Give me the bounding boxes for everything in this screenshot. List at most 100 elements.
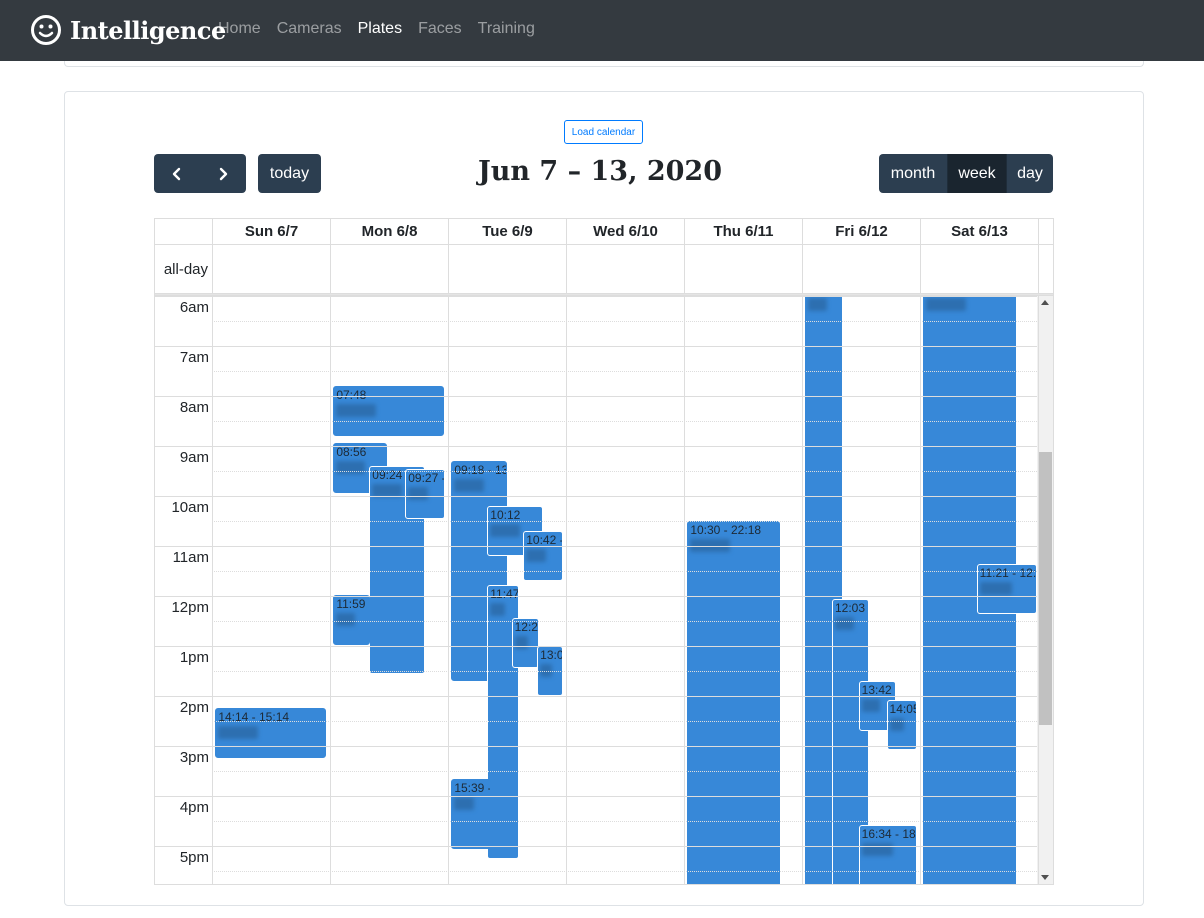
scroll-up-arrow-icon[interactable]	[1041, 300, 1049, 305]
half-hour-line	[212, 421, 1037, 422]
half-hour-line	[212, 721, 1037, 722]
event-title-redacted	[835, 616, 854, 630]
day-column-line	[920, 296, 921, 884]
event-title-redacted	[336, 613, 355, 626]
time-label: 1pm	[179, 649, 209, 666]
calendar-event[interactable]: 09:27 -	[405, 468, 445, 519]
vertical-scrollbar[interactable]	[1037, 296, 1053, 884]
allday-cell[interactable]	[330, 245, 448, 293]
event-time: 13:0	[540, 648, 563, 662]
half-hour-line	[212, 871, 1037, 872]
calendar-event[interactable]: 10:42 -	[523, 531, 563, 581]
nav-link-home[interactable]: Home	[218, 20, 261, 38]
event-title-redacted	[454, 796, 475, 810]
day-column-line	[1038, 296, 1039, 884]
top-navbar: Intelligence Home Cameras Plates Faces Train…	[0, 0, 1204, 61]
event-time: 10:12	[490, 508, 521, 522]
hour-line	[155, 396, 1037, 397]
calendar-event[interactable]: 16:34 - 18:	[858, 824, 917, 884]
smiley-icon	[31, 15, 61, 45]
allday-cell[interactable]	[684, 245, 802, 293]
view-month-button[interactable]: month	[879, 154, 947, 193]
half-hour-line	[212, 571, 1037, 572]
event-title-redacted	[808, 298, 827, 311]
allday-cell[interactable]	[448, 245, 566, 293]
brand[interactable]: Intelligence	[30, 12, 226, 48]
scroll-down-arrow-icon[interactable]	[1041, 875, 1049, 880]
event-title-redacted	[526, 549, 547, 562]
view-week-button[interactable]: week	[947, 154, 1006, 193]
allday-cell[interactable]	[802, 245, 920, 293]
event-time: 12:03 -	[835, 600, 870, 615]
day-header: Thu 6/11	[684, 219, 802, 244]
event-title-redacted	[408, 486, 429, 500]
calendar-event[interactable]: 11:59	[333, 595, 371, 645]
hour-line	[155, 546, 1037, 547]
hour-line	[155, 446, 1037, 447]
event-title-redacted	[490, 524, 521, 537]
day-header: Fri 6/12	[802, 219, 920, 244]
day-header: Tue 6/9	[448, 219, 566, 244]
nav-link-cameras[interactable]: Cameras	[277, 20, 342, 38]
time-label: 7am	[179, 349, 209, 366]
event-time: 09:18 - 13	[454, 463, 507, 477]
brand-name: Intelligence	[70, 15, 226, 45]
calendar-event[interactable]: 12:26	[511, 617, 540, 668]
time-label: 8am	[179, 399, 209, 416]
prev-button[interactable]	[154, 154, 200, 193]
half-hour-line	[212, 471, 1037, 472]
hour-line	[155, 596, 1037, 597]
calendar-event[interactable]: 14:14 - 15:14	[215, 707, 326, 758]
chevron-left-icon	[172, 167, 181, 180]
nav-link-training[interactable]: Training	[478, 20, 535, 38]
event-title-redacted	[218, 725, 259, 739]
allday-gutter	[1038, 245, 1053, 293]
event-time: 11:47	[490, 587, 519, 601]
event-time: 13:42 -	[861, 683, 896, 697]
event-time: 11:59	[336, 597, 366, 611]
nav-link-plates[interactable]: Plates	[358, 20, 402, 38]
event-title-redacted	[861, 842, 893, 856]
hour-line	[155, 696, 1037, 697]
header-gutter	[1038, 219, 1053, 244]
time-label: 2pm	[179, 699, 209, 716]
next-button[interactable]	[200, 154, 246, 193]
day-header: Sun 6/7	[212, 219, 330, 244]
hour-line	[155, 646, 1037, 647]
calendar-event[interactable]: 07:48	[333, 386, 444, 436]
scroll-thumb[interactable]	[1039, 452, 1052, 725]
allday-cell[interactable]	[212, 245, 330, 293]
calendar-event[interactable]: 15:39 -	[451, 778, 491, 849]
time-label: 9am	[179, 449, 209, 466]
day-column-line	[566, 296, 567, 884]
time-label: 10am	[171, 499, 209, 516]
day-column-line	[212, 296, 213, 884]
calendar-title: Jun 7 – 13, 2020	[477, 156, 723, 187]
event-time: 09:27 -	[408, 470, 445, 485]
view-day-button[interactable]: day	[1006, 154, 1053, 193]
event-time: 14:05	[889, 702, 917, 716]
allday-cell[interactable]	[566, 245, 684, 293]
event-time: 10:30 - 22:18	[690, 523, 762, 537]
calendar-event[interactable]: 10:30 - 22:18	[687, 521, 781, 884]
half-hour-line	[212, 521, 1037, 522]
hour-line	[155, 496, 1037, 497]
today-button[interactable]: today	[258, 154, 321, 193]
event-title-redacted	[926, 298, 967, 311]
half-hour-line	[212, 671, 1037, 672]
chevron-right-icon	[219, 167, 228, 180]
load-calendar-button[interactable]: Load calendar	[564, 120, 643, 144]
time-label: 6am	[179, 299, 209, 316]
hour-line	[155, 846, 1037, 847]
hour-line	[155, 296, 1037, 297]
day-header: Wed 6/10	[566, 219, 684, 244]
time-grid[interactable]: 14:14 - 15:14 07:48 08:56 09:24 -09:27 -11:…	[155, 296, 1053, 884]
nav-link-faces[interactable]: Faces	[418, 20, 462, 38]
allday-cell[interactable]	[920, 245, 1038, 293]
time-label: 5pm	[179, 849, 209, 866]
event-time: 11:21 - 12:	[979, 565, 1037, 580]
half-hour-line	[212, 371, 1037, 372]
event-title-redacted	[336, 404, 377, 417]
half-hour-line	[212, 621, 1037, 622]
calendar-event[interactable]: 14:05	[886, 700, 917, 750]
